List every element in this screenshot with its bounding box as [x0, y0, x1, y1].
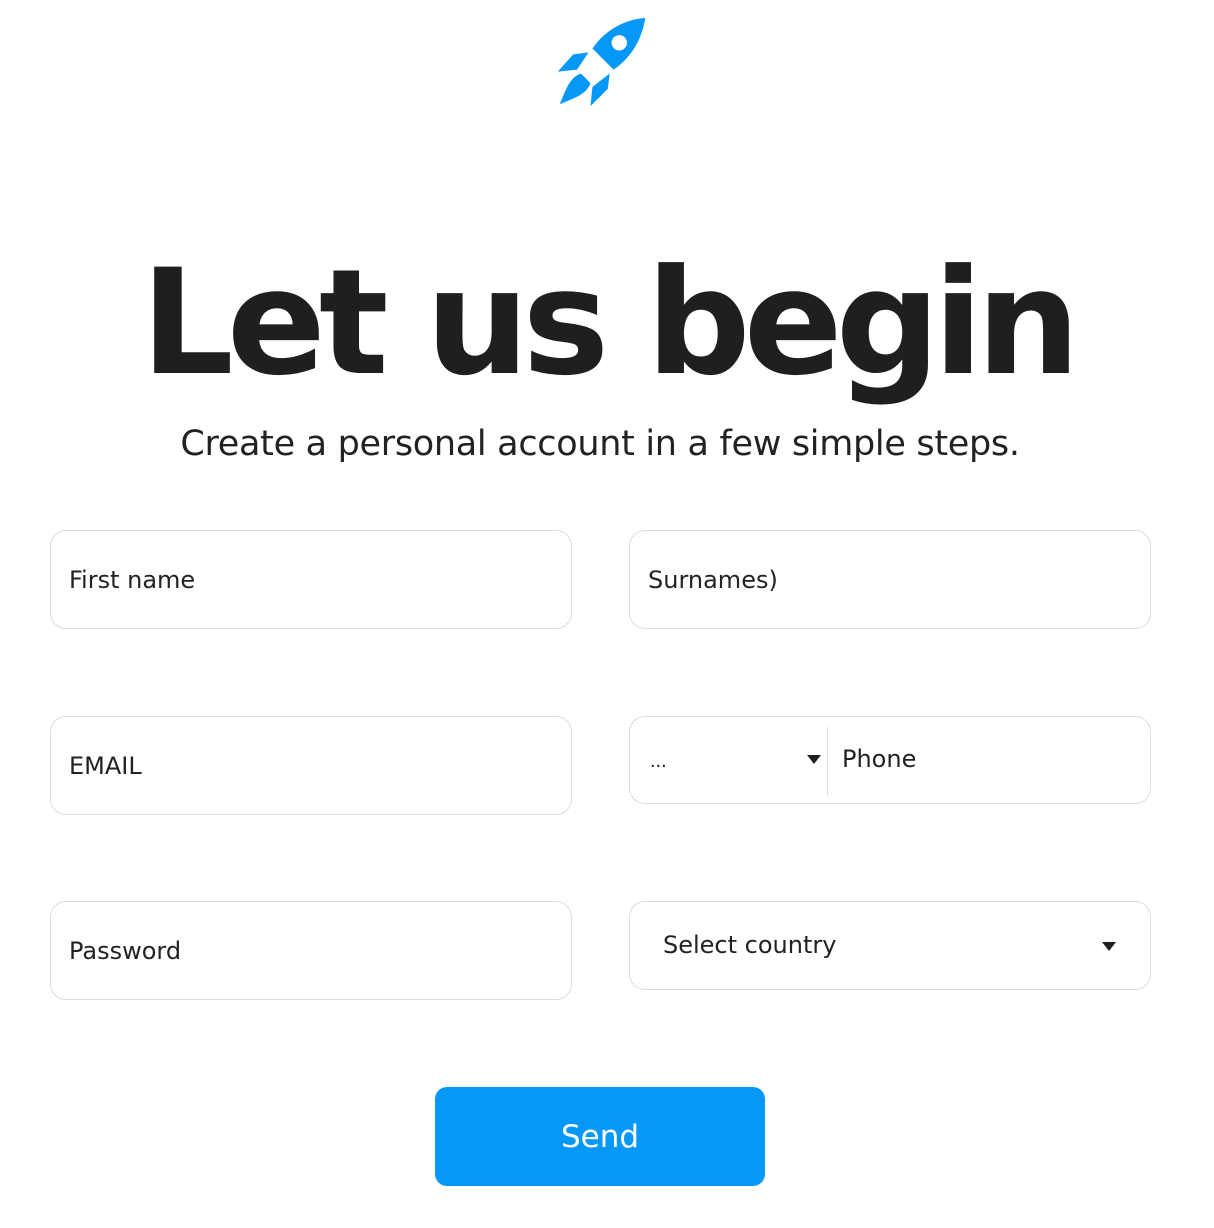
rocket-icon	[557, 17, 646, 107]
email-field[interactable]	[50, 716, 572, 815]
phone-field[interactable]: ...	[629, 716, 1151, 804]
dial-code-value: ...	[650, 750, 667, 772]
first-name-input[interactable]	[51, 531, 571, 628]
surnames-field[interactable]	[629, 530, 1151, 629]
password-field[interactable]	[50, 901, 572, 1000]
dial-code-select[interactable]: ...	[630, 717, 828, 803]
surnames-input[interactable]	[630, 531, 1150, 628]
chevron-down-icon	[1102, 942, 1116, 951]
divider	[827, 727, 828, 795]
country-select-value: Select country	[663, 931, 837, 959]
page-title: Let us begin	[140, 237, 1080, 408]
first-name-field[interactable]	[50, 530, 572, 629]
password-input[interactable]	[51, 902, 571, 999]
send-button[interactable]: Send	[435, 1087, 765, 1186]
country-select[interactable]: Select country	[629, 901, 1151, 990]
phone-input[interactable]	[829, 717, 1149, 801]
email-input[interactable]	[51, 717, 571, 814]
page-subtitle: Create a personal account in a few simpl…	[180, 424, 1020, 464]
chevron-down-icon	[807, 755, 821, 764]
